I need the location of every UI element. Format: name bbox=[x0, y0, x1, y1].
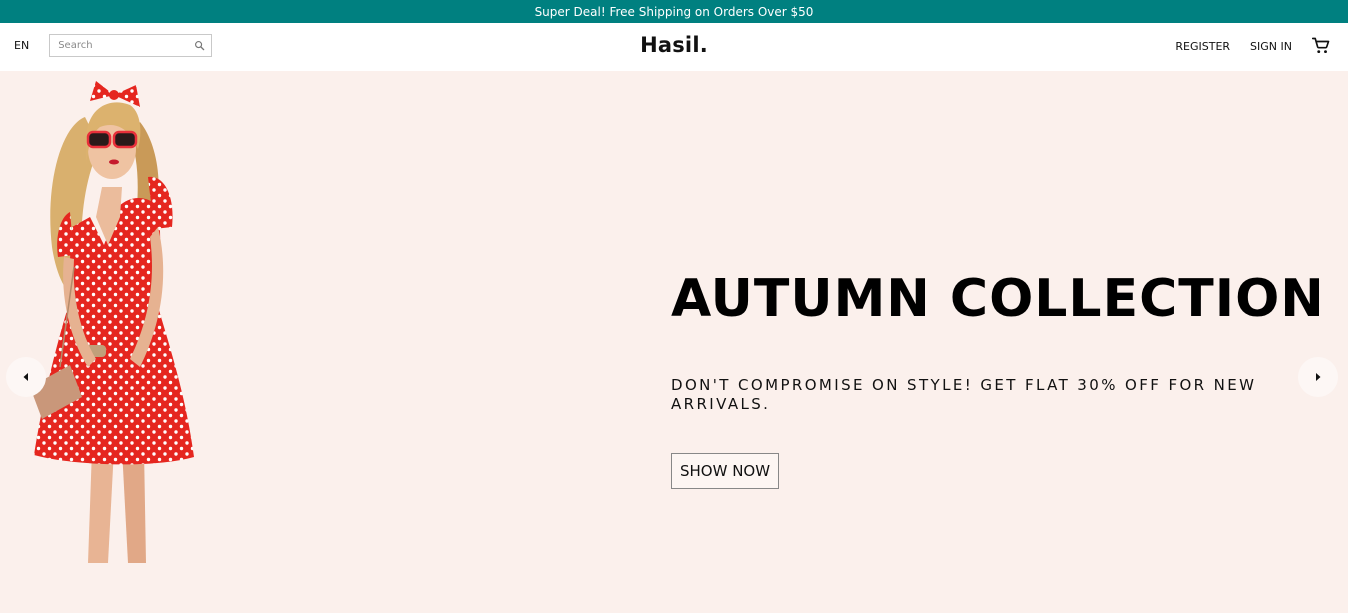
navbar-left: EN bbox=[14, 34, 213, 57]
show-now-button[interactable]: SHOW NOW bbox=[671, 453, 780, 490]
language-selector[interactable]: EN bbox=[14, 39, 29, 52]
hero-content: AUTUMN COLLECTION DON'T COMPROMISE ON ST… bbox=[671, 269, 1325, 490]
navbar-right: REGISTER SIGN IN bbox=[1175, 37, 1330, 55]
announcement-text: Super Deal! Free Shipping on Orders Over… bbox=[534, 4, 814, 19]
slider-next-button[interactable] bbox=[1298, 357, 1338, 397]
chevron-left-icon bbox=[23, 373, 28, 381]
hero-title: AUTUMN COLLECTION bbox=[671, 269, 1325, 329]
search-input[interactable] bbox=[56, 39, 187, 52]
navbar: EN Hasil. REGISTER SIGN IN bbox=[0, 23, 1348, 71]
cart-icon[interactable] bbox=[1312, 37, 1330, 55]
chevron-right-icon bbox=[1316, 373, 1321, 381]
search-icon[interactable] bbox=[194, 40, 205, 51]
hero-subtitle: DON'T COMPROMISE ON STYLE! GET FLAT 30% … bbox=[671, 376, 1257, 414]
announcement-bar: Super Deal! Free Shipping on Orders Over… bbox=[0, 0, 1348, 23]
signin-link[interactable]: SIGN IN bbox=[1250, 40, 1292, 53]
logo[interactable]: Hasil. bbox=[640, 33, 708, 57]
hero-model-image bbox=[30, 77, 200, 563]
hero-slider: AUTUMN COLLECTION DON'T COMPROMISE ON ST… bbox=[0, 71, 1348, 613]
register-link[interactable]: REGISTER bbox=[1175, 40, 1230, 53]
search-box bbox=[49, 34, 213, 57]
slider-prev-button[interactable] bbox=[6, 357, 46, 397]
